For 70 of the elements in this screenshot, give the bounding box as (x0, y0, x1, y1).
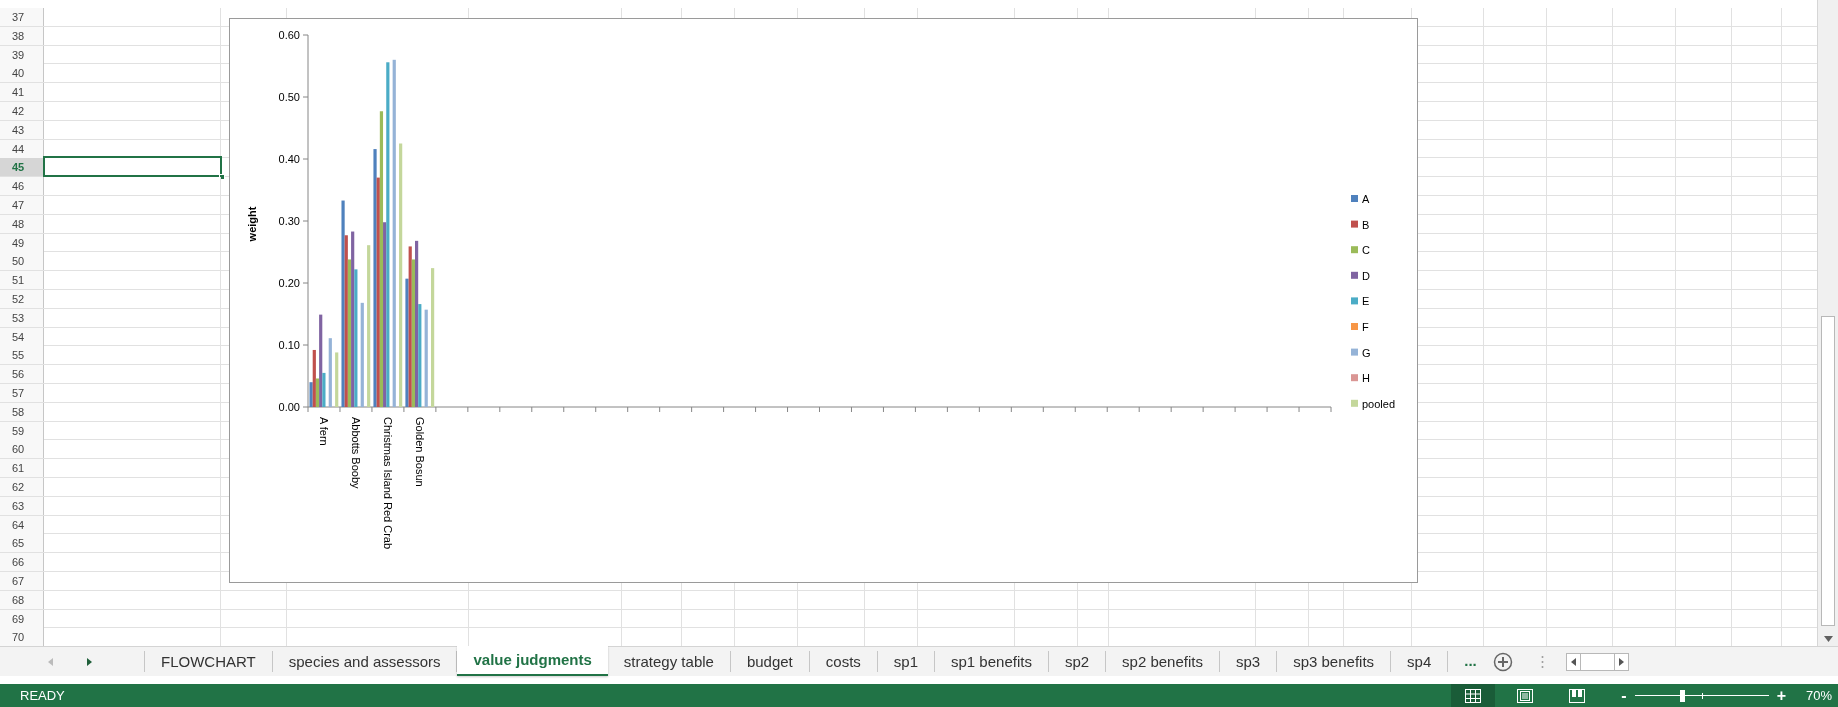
legend-label: D (1362, 269, 1370, 282)
row-header[interactable]: 65 (0, 534, 44, 553)
y-tick-label: 0.50 (278, 91, 300, 103)
legend-label: C (1362, 244, 1370, 257)
next-sheet-icon[interactable] (87, 657, 92, 666)
row-header[interactable]: 41 (0, 83, 44, 102)
legend-label: pooled (1362, 397, 1396, 410)
legend-label: A (1362, 193, 1370, 205)
category-label: Abbotts Booby (349, 417, 362, 489)
y-tick-label: 0.00 (278, 401, 300, 413)
row-header[interactable]: 60 (0, 440, 44, 459)
sheet-tab[interactable]: strategy table (607, 651, 731, 672)
row-header[interactable]: 46 (0, 177, 44, 196)
row-header[interactable]: 70 (0, 628, 44, 646)
page-break-icon (1569, 688, 1586, 703)
legend-label: E (1362, 295, 1370, 308)
scrollbar-thumb[interactable] (1821, 316, 1835, 626)
horizontal-scrollbar[interactable] (1565, 652, 1629, 671)
y-tick-label: 0.10 (278, 339, 300, 351)
more-tabs[interactable]: ... (1448, 647, 1493, 676)
row-header[interactable]: 66 (0, 553, 44, 572)
view-button[interactable] (1451, 684, 1496, 707)
y-tick-label: 0.30 (278, 215, 300, 227)
row-header[interactable]: 40 (0, 64, 44, 83)
sheet-tab[interactable]: value judgments (457, 646, 608, 676)
sheet-tab[interactable]: costs (809, 651, 878, 672)
y-axis-title: weight (246, 206, 258, 242)
row-header[interactable]: 55 (0, 346, 44, 365)
vertical-scrollbar[interactable] (1817, 0, 1838, 646)
status-text: READY (19, 686, 65, 705)
grid-icon (1465, 688, 1482, 703)
scroll-down-icon[interactable] (1824, 636, 1833, 642)
zoom-level[interactable]: 70% (1805, 685, 1832, 706)
sheet-tab[interactable]: sp4 (1391, 651, 1449, 672)
row-header[interactable]: 61 (0, 459, 44, 478)
category-label: Golden Bosun (413, 417, 426, 487)
page-icon (1517, 688, 1534, 703)
zoom-out-button[interactable]: - (1621, 683, 1627, 707)
zoom-in-button[interactable]: + (1776, 683, 1786, 707)
y-tick-label: 0.40 (278, 153, 300, 165)
row-header[interactable]: 45 (0, 158, 44, 177)
y-tick-label: 0.20 (278, 277, 300, 289)
bar (335, 352, 339, 407)
scroll-left-icon[interactable] (1570, 657, 1576, 666)
fill-handle[interactable] (219, 174, 225, 181)
row-header[interactable]: 56 (0, 365, 44, 384)
legend-label: F (1362, 321, 1369, 333)
row-header[interactable]: 51 (0, 271, 44, 290)
sheet-tab[interactable]: sp2 benefits (1106, 651, 1220, 672)
category-label: Christmas Island Red Crab (381, 417, 394, 550)
legend-label: G (1362, 346, 1371, 359)
add-sheet-icon[interactable] (1492, 651, 1513, 672)
selected-cell[interactable] (43, 156, 222, 178)
sheet-tab[interactable]: sp3 (1219, 651, 1278, 672)
bar (328, 338, 332, 407)
sheet-tab[interactable]: sp1 benefits (935, 651, 1049, 672)
zoom-slider[interactable] (1634, 689, 1769, 702)
sheet-tab[interactable]: sp2 (1048, 651, 1107, 672)
sheet-tab[interactable]: sp1 (877, 651, 935, 672)
sheet-tab[interactable]: sp3 benefits (1277, 651, 1392, 672)
legend-label: H (1362, 372, 1370, 385)
y-tick-label: 0.60 (278, 29, 300, 41)
row-header[interactable]: 37 (0, 8, 44, 26)
category-label: A fern (318, 417, 330, 446)
legend-label: B (1362, 218, 1370, 231)
sheet-tab[interactable]: budget (730, 651, 810, 672)
scroll-right-icon[interactable] (1618, 657, 1624, 666)
row-header[interactable]: 50 (0, 252, 44, 271)
zoom-thumb[interactable] (1679, 689, 1685, 702)
sheet-tab[interactable]: FLOWCHART (145, 651, 273, 672)
